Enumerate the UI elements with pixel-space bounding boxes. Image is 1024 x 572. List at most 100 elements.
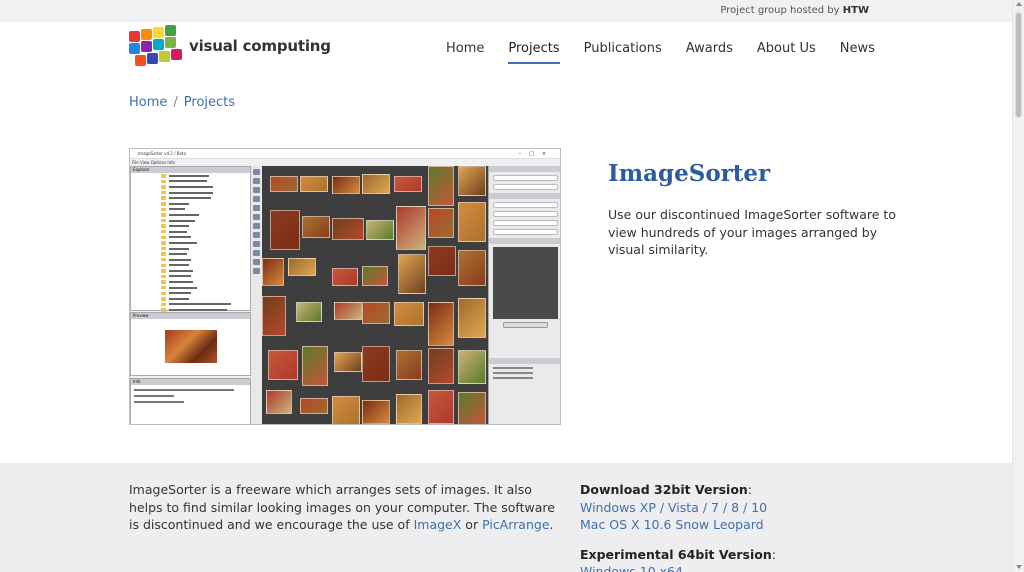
- breadcrumb: Home / Projects: [129, 95, 235, 110]
- search-panel-header: [489, 238, 560, 244]
- screenshot-preview-panel: Preview: [130, 312, 251, 376]
- nav-awards[interactable]: Awards: [686, 41, 733, 64]
- grid-thumbnail: [458, 166, 486, 196]
- screenshot-info-panel: Info: [130, 378, 251, 424]
- search-panel-field: [493, 220, 558, 226]
- grid-thumbnail: [458, 250, 486, 286]
- logo-text: visual computing: [189, 37, 331, 55]
- tool-icon: [253, 178, 260, 184]
- page-title: ImageSorter: [608, 160, 771, 187]
- nav-about-us[interactable]: About Us: [757, 41, 816, 64]
- page-scrollbar[interactable]: [1012, 0, 1024, 572]
- preview-image: [165, 330, 217, 363]
- breadcrumb-projects[interactable]: Projects: [184, 95, 235, 110]
- grid-thumbnail: [398, 254, 426, 294]
- logo-tile: [153, 27, 164, 38]
- logo-tile: [171, 49, 182, 60]
- grid-thumbnail: [266, 390, 292, 414]
- tool-icon: [253, 250, 260, 256]
- grid-thumbnail: [332, 218, 364, 240]
- grid-thumbnail: [394, 176, 422, 192]
- hosted-org[interactable]: HTW: [843, 5, 869, 16]
- grid-thumbnail: [270, 210, 300, 250]
- logo-tile: [141, 29, 152, 40]
- grid-thumbnail: [270, 176, 298, 192]
- info-line: [134, 395, 174, 397]
- about-text: ImageSorter is a freeware which arranges…: [129, 481, 559, 534]
- tool-icon: [253, 196, 260, 202]
- info-line: [134, 389, 234, 391]
- tool-icon: [253, 232, 260, 238]
- tool-icon: [253, 187, 260, 193]
- logo-tile: [129, 43, 140, 54]
- grid-thumbnail: [332, 396, 360, 424]
- info-header: Info: [131, 379, 250, 385]
- imagex-link[interactable]: ImageX: [414, 517, 462, 532]
- grid-thumbnail: [332, 176, 360, 194]
- screenshot-title-text: ImageSorter v4.2 / Beta: [138, 151, 186, 156]
- grid-thumbnail: [332, 268, 358, 286]
- grid-thumbnail: [362, 400, 390, 424]
- grid-thumbnail: [458, 392, 486, 424]
- search-panel-header: [489, 358, 560, 364]
- grid-thumbnail: [268, 350, 298, 380]
- top-bar: Project group hosted by HTW: [0, 0, 1012, 22]
- grid-thumbnail: [300, 176, 328, 192]
- download-32bit-heading-colon: :: [747, 482, 753, 497]
- nav-home[interactable]: Home: [446, 41, 484, 64]
- nav-projects[interactable]: Projects: [508, 41, 560, 64]
- status-line: [493, 372, 533, 374]
- status-line: [493, 367, 533, 369]
- nav-news[interactable]: News: [840, 41, 875, 64]
- logo-tile: [165, 25, 176, 36]
- grid-thumbnail: [428, 390, 454, 424]
- search-panel-header: [489, 193, 560, 199]
- screenshot-search-panel: [488, 166, 560, 424]
- scroll-up-icon[interactable]: [1016, 2, 1022, 6]
- nav-publications[interactable]: Publications: [584, 41, 662, 64]
- search-panel-field: [493, 175, 558, 181]
- search-panel-canvas: [493, 247, 558, 319]
- download-32bit-heading-text: Download 32bit Version: [580, 482, 748, 497]
- grid-thumbnail: [396, 350, 422, 380]
- search-panel-field: [493, 202, 558, 208]
- tool-icon: [253, 268, 260, 274]
- download-32bit-heading: Download 32bit Version:: [580, 481, 980, 499]
- download-win64-link[interactable]: Windows 10 x64: [580, 564, 683, 572]
- grid-thumbnail: [288, 258, 316, 276]
- grid-thumbnail: [302, 216, 330, 238]
- grid-thumbnail: [428, 208, 454, 238]
- scroll-down-icon[interactable]: [1016, 565, 1022, 569]
- grid-thumbnail: [428, 246, 456, 276]
- logo-tile: [165, 37, 176, 48]
- breadcrumb-home[interactable]: Home: [129, 95, 167, 110]
- grid-thumbnail: [458, 202, 486, 242]
- screenshot-toolbar: [251, 166, 262, 424]
- grid-thumbnail: [458, 298, 486, 338]
- tool-icon: [253, 205, 260, 211]
- download-mac-link[interactable]: Mac OS X 10.6 Snow Leopard: [580, 517, 764, 532]
- screenshot-window-title: ImageSorter v4.2 / Beta –□×: [130, 149, 560, 159]
- scrollbar-thumb[interactable]: [1015, 12, 1022, 118]
- project-description: Use our discontinued ImageSorter softwar…: [608, 207, 896, 257]
- screenshot-menu: File View Options Info: [132, 160, 176, 165]
- search-panel-button: [503, 322, 548, 328]
- download-windows-link[interactable]: Windows XP / Vista / 7 / 8 / 10: [580, 500, 767, 515]
- grid-thumbnail: [262, 296, 286, 336]
- search-panel-field: [493, 229, 558, 235]
- grid-thumbnail: [428, 166, 454, 206]
- grid-thumbnail: [362, 302, 390, 324]
- tool-icon: [253, 241, 260, 247]
- breadcrumb-separator: /: [173, 95, 178, 110]
- grid-thumbnail: [428, 348, 454, 384]
- grid-thumbnail: [396, 206, 426, 250]
- about-text-middle: or: [465, 517, 479, 532]
- screenshot-image-grid: [262, 166, 488, 424]
- about-text-end: .: [549, 517, 554, 532]
- grid-thumbnail: [334, 352, 362, 372]
- download-64bit-heading: Experimental 64bit Version:: [580, 546, 980, 564]
- picarrange-link[interactable]: PicArrange: [482, 517, 549, 532]
- grid-thumbnail: [302, 346, 328, 386]
- download-64bit-heading-text: Experimental 64bit Version: [580, 546, 772, 562]
- site-logo[interactable]: visual computing: [129, 25, 331, 67]
